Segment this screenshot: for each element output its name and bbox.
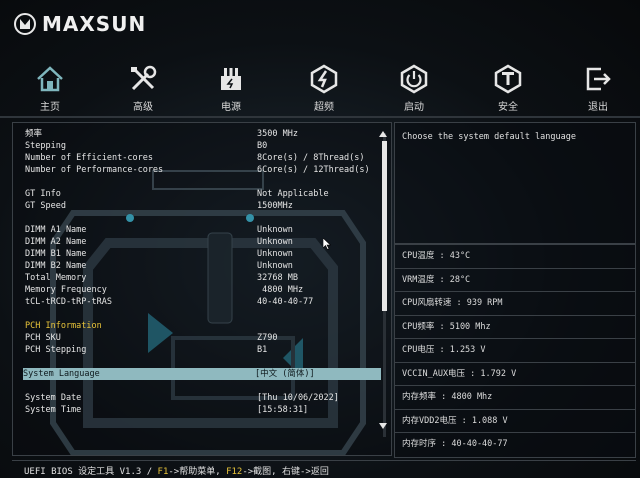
footer-f1-text: ->帮助菜单, — [168, 467, 227, 477]
hardware-monitor-panel: CPU温度 : 43°C VRM温度 : 28°C CPU风扇转速 : 939 … — [394, 244, 636, 458]
tab-exit[interactable]: 退出 — [568, 60, 628, 113]
boot-power-icon — [400, 64, 428, 94]
footer-f1-key: F1 — [157, 467, 169, 477]
tab-divider — [0, 116, 640, 118]
monitor-cpu-temp: CPU温度 : 43°C — [395, 245, 635, 269]
tab-overclock-label: 超频 — [314, 102, 334, 113]
footer-f12-text: ->截图, 右键->返回 — [242, 467, 329, 477]
monitor-cpu-voltage: CPU电压 : 1.253 V — [395, 339, 635, 363]
tab-advanced[interactable]: 高级 — [113, 60, 173, 113]
monitor-cpu-freq: CPU频率 : 5100 Mhz — [395, 316, 635, 339]
setting-row-frequency: 频率 3500 MHz — [25, 129, 298, 139]
tab-power[interactable]: 电源 — [201, 60, 261, 113]
setting-row-memory-frequency: Memory Frequency 4800 MHz — [25, 285, 304, 295]
overclock-icon — [310, 64, 338, 94]
scrollbar-thumb[interactable] — [382, 141, 387, 311]
tab-security[interactable]: 安全 — [478, 60, 538, 113]
setting-row-timings: tCL-tRCD-tRP-tRAS 40-40-40-77 — [25, 297, 314, 307]
footer-text: UEFI BIOS 设定工具 V1.3 / F1->帮助菜单, F12->截图,… — [24, 464, 329, 477]
scroll-up-arrow-icon[interactable] — [379, 131, 387, 137]
setting-row-pch-sku: PCH SKU Z790 — [25, 333, 278, 343]
tab-boot[interactable]: 启动 — [384, 60, 444, 113]
tools-icon — [131, 65, 157, 91]
setting-row-gt-info: GT Info Not Applicable — [25, 189, 329, 199]
home-icon — [37, 66, 63, 92]
tab-home[interactable]: 主页 — [20, 60, 80, 113]
setting-row-dimm-a1: DIMM A1 Name Unknown — [25, 225, 293, 235]
setting-row-stepping: Stepping B0 — [25, 141, 268, 151]
security-icon — [494, 64, 522, 94]
footer-f12-key: F12 — [226, 467, 243, 477]
footer-bar: UEFI BIOS 设定工具 V1.3 / F1->帮助菜单, F12->截图,… — [12, 460, 636, 478]
tab-power-label: 电源 — [221, 102, 241, 113]
monitor-cpu-fan: CPU风扇转速 : 939 RPM — [395, 292, 635, 316]
tab-boot-label: 启动 — [404, 102, 424, 113]
main-nav: 主页 高级 电源 超频 启动 安全 退出 — [0, 60, 640, 116]
power-supply-icon — [221, 68, 241, 90]
footer-version: UEFI BIOS 设定工具 V1.3 / — [24, 467, 158, 477]
setting-row-total-memory: Total Memory 32768 MB — [25, 273, 298, 283]
tab-security-label: 安全 — [498, 102, 518, 113]
monitor-vccin-aux: VCCIN_AUX电压 : 1.792 V — [395, 363, 635, 386]
settings-list: 频率 3500 MHz Stepping B0 Number of Efficien… — [23, 128, 381, 416]
main-settings-panel: 频率 3500 MHz Stepping B0 Number of Efficien… — [12, 122, 392, 456]
bios-screen: MAXSUN 主页 高级 电源 超频 启动 安全 退出 频率 3500 MHz … — [0, 0, 640, 478]
setting-row-pch-stepping: PCH Stepping B1 — [25, 345, 268, 355]
section-pch-information: PCH Information — [25, 321, 102, 331]
system-date-field[interactable]: System Date [Thu 10/06/2022] — [25, 392, 381, 404]
monitor-mem-timings: 内存时序 : 40-40-40-77 — [402, 439, 508, 449]
scroll-down-arrow-icon[interactable] — [379, 423, 387, 429]
setting-row-gt-speed: GT Speed 1500MHz — [25, 201, 293, 211]
tab-exit-label: 退出 — [588, 102, 608, 113]
help-text: Choose the system default language — [402, 132, 576, 142]
setting-row-performance-cores: Number of Performance-cores 6Core(s) / 12… — [25, 165, 370, 175]
brand-name: MAXSUN — [42, 12, 147, 36]
setting-row-efficient-cores: Number of Efficient-cores 8Core(s) / 8Thr… — [25, 153, 365, 163]
mouse-cursor-icon — [323, 238, 331, 250]
system-time-field[interactable]: System Time [15:58:31] — [25, 404, 381, 416]
tab-overclock[interactable]: 超频 — [294, 60, 354, 113]
monitor-mem-freq: 内存频率 : 4800 Mhz — [395, 386, 635, 410]
help-panel: Choose the system default language — [394, 122, 636, 244]
tab-advanced-label: 高级 — [133, 102, 153, 113]
setting-row-dimm-b2: DIMM B2 Name Unknown — [25, 261, 293, 271]
monitor-mem-vdd2: 内存VDD2电压 : 1.088 V — [395, 410, 635, 433]
tab-home-label: 主页 — [40, 102, 60, 113]
maxsun-logo-icon — [14, 13, 36, 35]
maxsun-logo: MAXSUN — [14, 10, 146, 38]
monitor-vrm-temp: VRM温度 : 28°C — [395, 269, 635, 292]
system-language-select[interactable]: System Language [中文 (简体)] — [23, 368, 381, 380]
exit-icon — [586, 67, 611, 91]
